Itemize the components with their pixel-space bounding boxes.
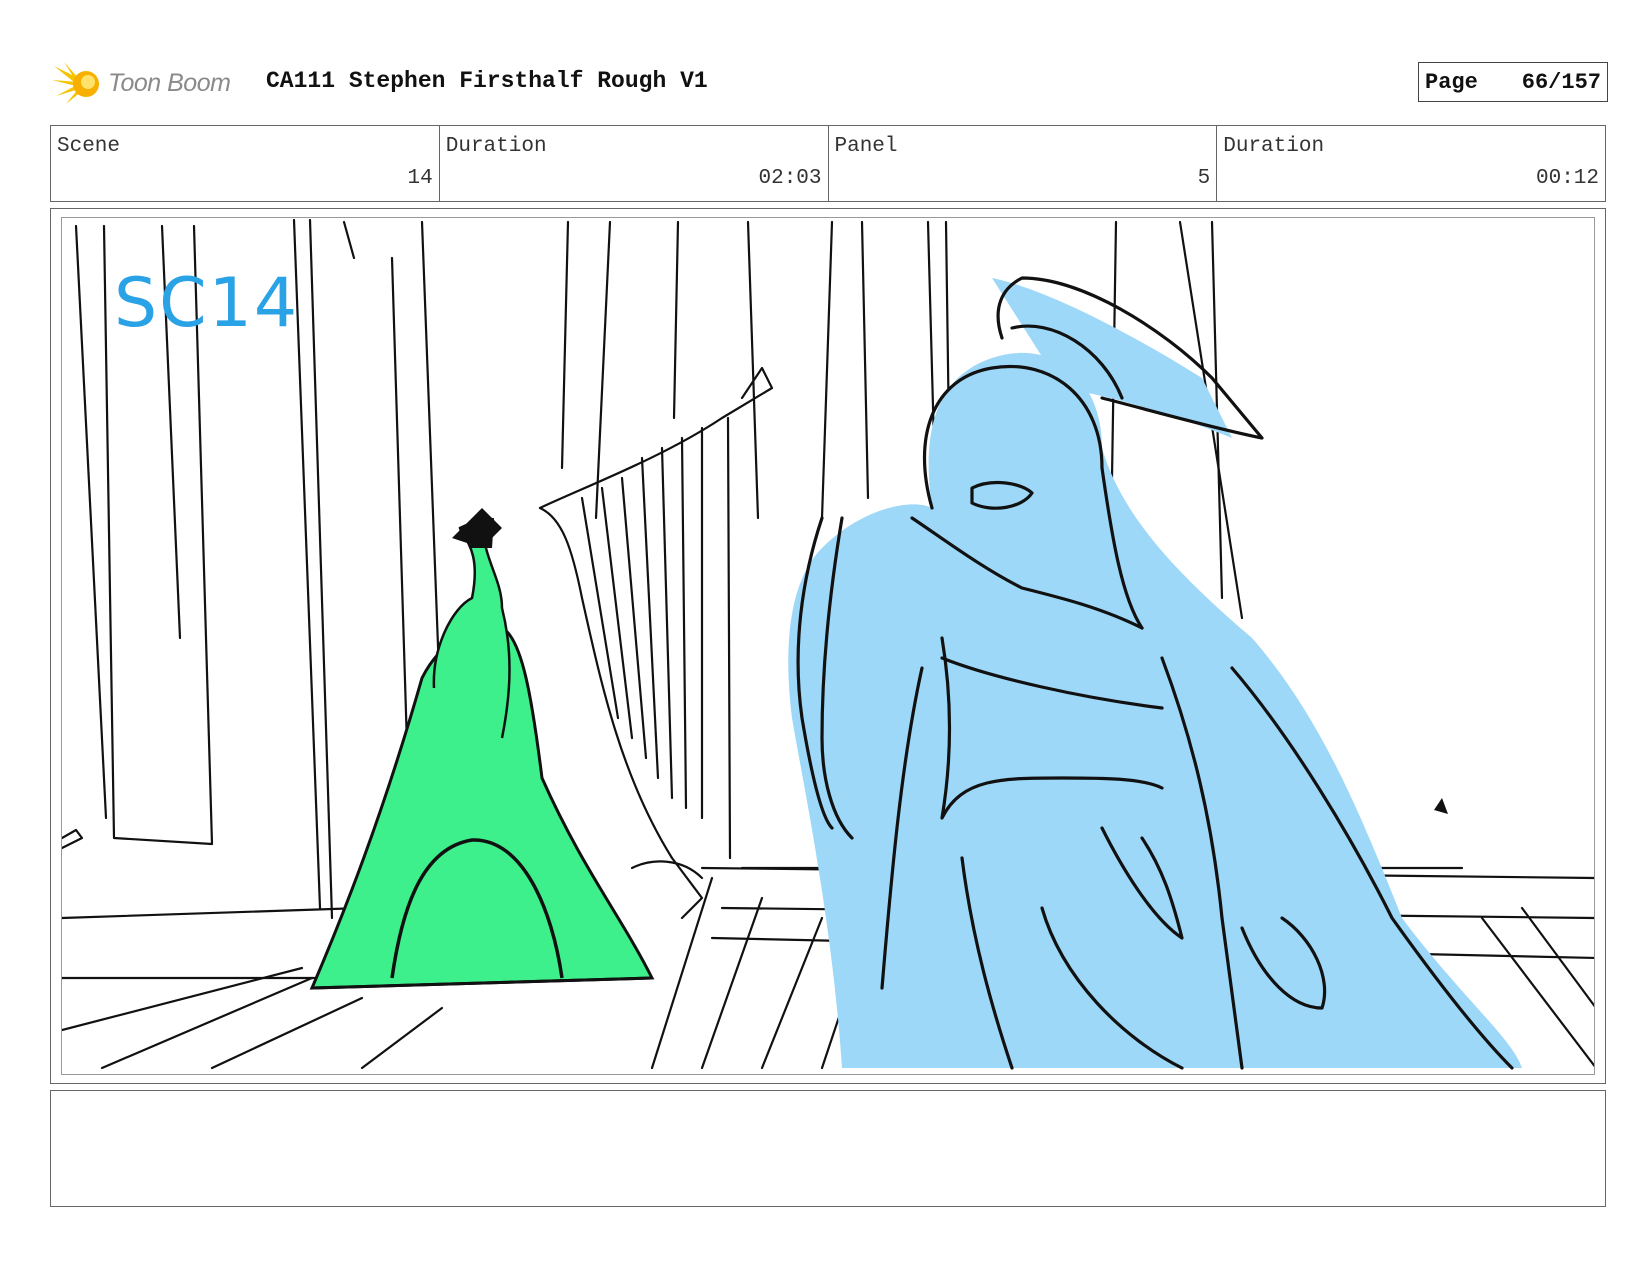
- scene-info-row: Scene 14 Duration 02:03 Panel 5 Duration…: [50, 125, 1606, 202]
- scene-duration-label: Duration: [445, 135, 547, 158]
- floor-line: [62, 906, 364, 920]
- page-number: 66/157: [1521, 69, 1601, 95]
- scene-number: 14: [407, 167, 433, 190]
- panel-cell: Panel 5: [827, 126, 1217, 201]
- scene-duration-value: 02:03: [758, 167, 822, 190]
- panel-duration-label: Duration: [1223, 135, 1325, 158]
- storyboard-panel: SC14: [50, 208, 1606, 1084]
- panel-drawing-area: SC14: [61, 217, 1595, 1075]
- page-label: Page: [1425, 69, 1478, 95]
- panel-duration-value: 00:12: [1535, 167, 1599, 190]
- scene-annotation: SC14: [114, 264, 299, 343]
- page-header: Toon Boom CA111 Stephen Firsthalf Rough …: [52, 60, 1608, 106]
- panel-duration-cell: Duration 00:12: [1216, 126, 1605, 201]
- storyboard-sketch: SC14: [62, 218, 1594, 1070]
- panel-label: Panel: [834, 135, 898, 158]
- document-title: CA111 Stephen Firsthalf Rough V1: [266, 68, 708, 94]
- logo-text: Toon Boom: [108, 68, 231, 97]
- scene-duration-cell: Duration 02:03: [438, 126, 828, 201]
- figure-left-green: [309, 508, 655, 990]
- page-indicator: Page 66/157: [1418, 62, 1608, 102]
- harp-frame: [538, 366, 774, 510]
- panel-notes-area: [50, 1090, 1606, 1207]
- panel-number: 5: [1197, 167, 1211, 190]
- scene-label: Scene: [57, 135, 121, 158]
- column-left-edge: [74, 224, 108, 820]
- starburst-logo-icon: [52, 62, 99, 104]
- scene-cell: Scene 14: [51, 126, 439, 201]
- figure-right-blue: [788, 276, 1522, 1070]
- toon-boom-logo: Toon Boom: [52, 60, 231, 106]
